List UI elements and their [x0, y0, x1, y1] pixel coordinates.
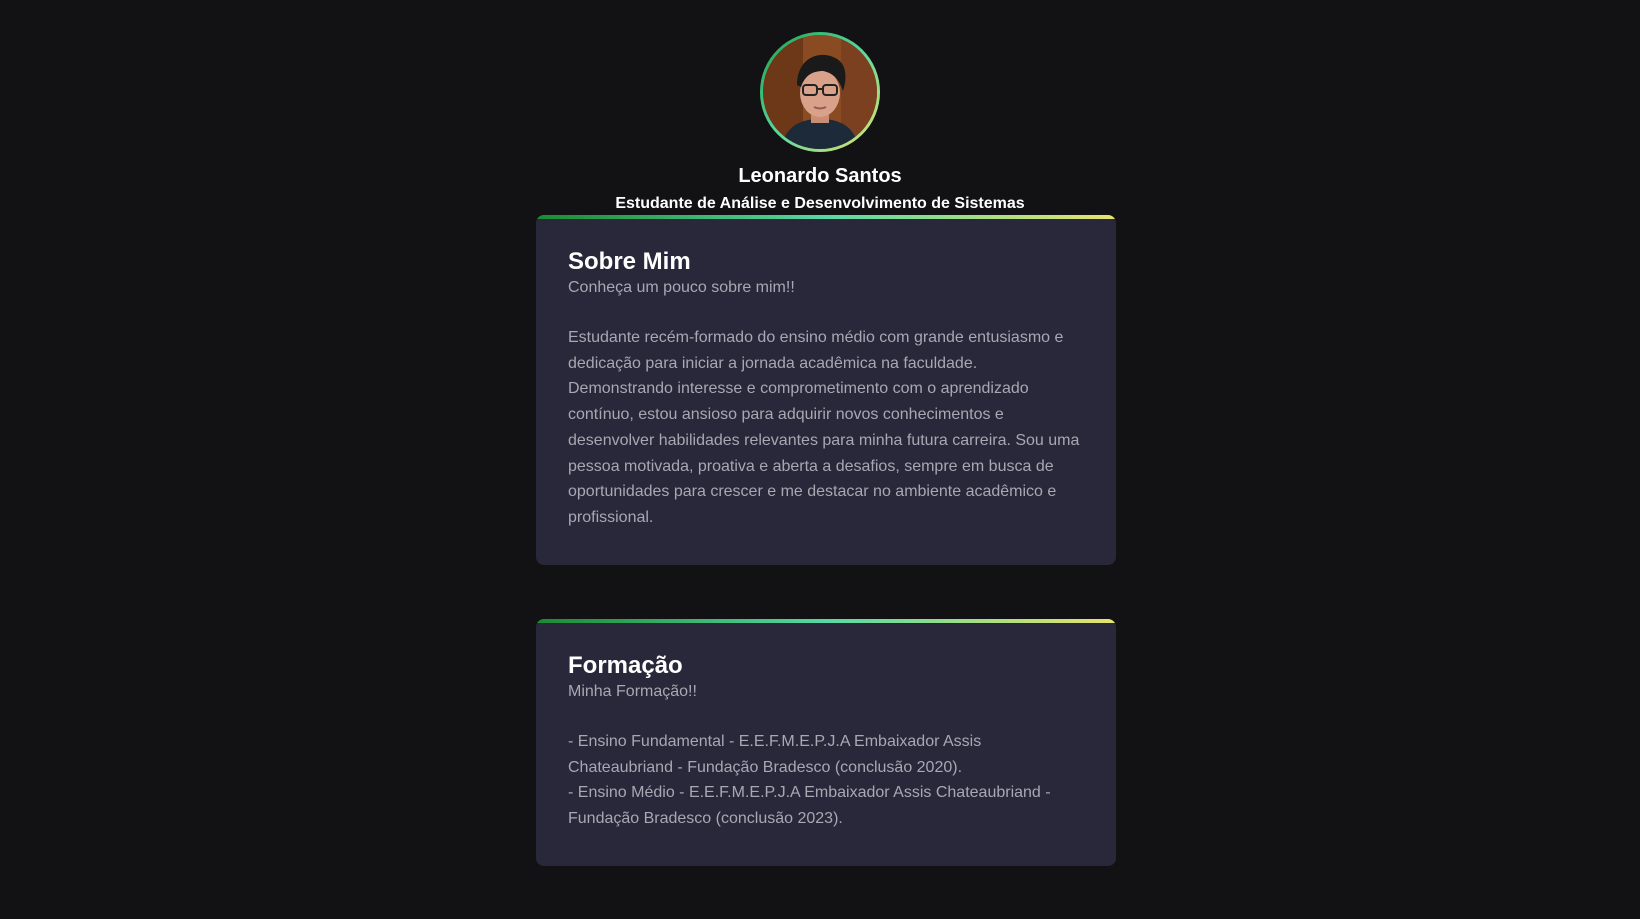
- about-text: Estudante recém-formado do ensino médio …: [568, 329, 1080, 526]
- avatar-ring: [760, 32, 880, 152]
- about-card: Sobre Mim Conheça um pouco sobre mim!! E…: [536, 215, 1116, 565]
- education-item: - Ensino Fundamental - E.E.F.M.E.P.J.A E…: [568, 733, 982, 776]
- portfolio-page: Leonardo Santos Estudante de Análise e D…: [0, 0, 1640, 919]
- profile-header: Leonardo Santos Estudante de Análise e D…: [0, 32, 1640, 214]
- education-subtitle: Minha Formação!!: [568, 683, 697, 700]
- avatar: [763, 35, 877, 149]
- about-subtitle: Conheça um pouco sobre mim!!: [568, 279, 795, 296]
- education-card: Formação Minha Formação!! - Ensino Funda…: [536, 619, 1116, 866]
- profile-role: Estudante de Análise e Desenvolvimento d…: [615, 195, 1025, 212]
- about-title: Sobre Mim: [568, 248, 691, 275]
- education-item: - Ensino Médio - E.E.F.M.E.P.J.A Embaixa…: [568, 784, 1051, 828]
- avatar-photo: [763, 35, 877, 149]
- education-title: Formação: [568, 652, 683, 679]
- profile-name: Leonardo Santos: [738, 165, 902, 187]
